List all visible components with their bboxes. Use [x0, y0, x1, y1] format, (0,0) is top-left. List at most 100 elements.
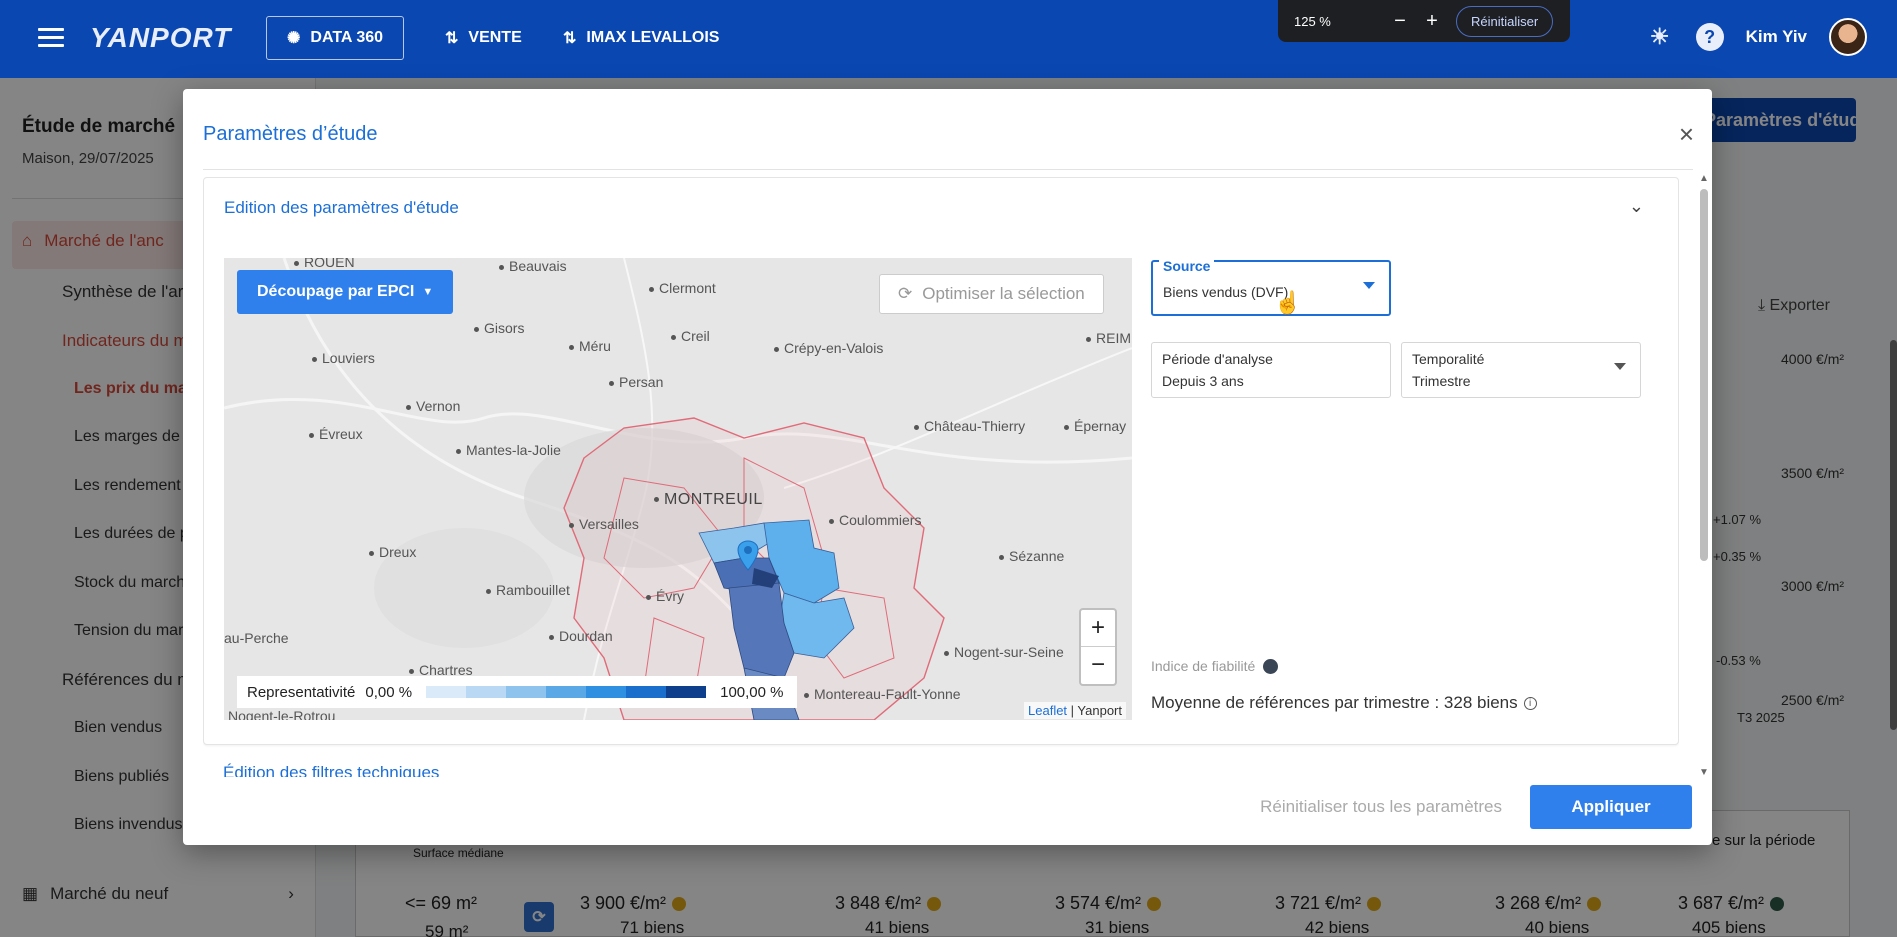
apply-button[interactable]: Appliquer — [1530, 785, 1692, 829]
temporalite-label: Temporalité — [1412, 351, 1485, 367]
representativite-legend: Representativité 0,00 % 100,00 % — [237, 676, 797, 708]
scroll-up-icon[interactable]: ▲ — [1699, 173, 1709, 184]
vente-button[interactable]: ⇅ VENTE — [445, 16, 522, 60]
optimiser-label: Optimiser la sélection — [922, 284, 1085, 303]
pointer-hand-icon: ☝ — [1274, 290, 1302, 315]
topbar-user-area: ☀ ? Kim Yiv — [1646, 18, 1867, 56]
legend-color-step — [586, 686, 627, 698]
app-logo[interactable]: YANPORT — [90, 22, 231, 54]
map-label: Creil — [671, 328, 710, 344]
map-label: Nogent-sur-Seine — [944, 644, 1064, 660]
legend-min: 0,00 % — [365, 683, 413, 701]
map[interactable]: ROUEN Beauvais Clermont Gisors Creil Mér… — [224, 258, 1132, 720]
menu-icon[interactable] — [38, 28, 64, 48]
legend-color-step — [626, 686, 667, 698]
map-label: Montereau-Fault-Yonne — [804, 686, 961, 702]
data-360-icon: ✺ — [287, 30, 301, 47]
map-zoom-control: + − — [1079, 608, 1117, 686]
map-label: Coulommiers — [829, 512, 921, 528]
scroll-down-icon[interactable]: ▼ — [1699, 767, 1709, 778]
periode-value: Depuis 3 ans — [1162, 373, 1244, 389]
map-label: Crépy-en-Valois — [774, 340, 883, 356]
map-label: Évreux — [309, 426, 363, 442]
reset-all-button[interactable]: Réinitialiser tous les paramètres — [1260, 797, 1502, 817]
map-label: Sézanne — [999, 548, 1064, 564]
avatar[interactable] — [1829, 18, 1867, 56]
chevron-down-icon[interactable]: ⌄ — [1629, 196, 1644, 217]
user-name[interactable]: Kim Yiv — [1746, 27, 1807, 47]
dialog-title: Paramètres d’étude — [203, 123, 378, 145]
map-zoom-in-button[interactable]: + — [1081, 610, 1115, 647]
swap-icon: ⇅ — [563, 30, 577, 47]
swap-icon: ⇅ — [445, 30, 459, 47]
map-label: Rambouillet — [486, 582, 570, 598]
browser-zoom-bar: 125 % − + Réinitialiser — [1278, 0, 1570, 42]
moyenne-text: Moyenne de références par trimestre : 32… — [1151, 693, 1518, 712]
caret-down-icon — [1363, 282, 1375, 289]
caret-down-icon: ▼ — [422, 286, 434, 298]
top-navigation-bar: YANPORT ✺ DATA 360 ⇅ VENTE ⇅ IMAX LEVALL… — [0, 0, 1897, 78]
imax-levallois-button[interactable]: ⇅ IMAX LEVALLOIS — [563, 16, 719, 60]
legend-color-step — [426, 686, 467, 698]
legend-title: Representativité — [247, 683, 356, 701]
lightbulb-icon[interactable]: ☀ — [1646, 23, 1674, 51]
temporalite-value: Trimestre — [1412, 373, 1471, 389]
map-label: Beauvais — [499, 258, 567, 274]
dialog-body: Edition des paramètres d'étude ⌄ ROUEN B… — [203, 177, 1679, 777]
vente-label: VENTE — [468, 29, 522, 46]
map-label: Château-Thierry — [914, 418, 1025, 434]
map-label: Évry — [646, 588, 684, 604]
zoom-out-button[interactable]: − — [1384, 10, 1416, 33]
fiabilite-dot — [1263, 658, 1279, 674]
section-title-filtres[interactable]: Édition des filtres techniques — [223, 763, 439, 777]
map-label: Vernon — [406, 398, 460, 414]
imax-levallois-label: IMAX LEVALLOIS — [586, 29, 720, 46]
info-icon[interactable]: i — [1523, 696, 1537, 710]
map-attribution: Leaflet | Yanport — [1024, 702, 1126, 719]
optimiser-selection-button[interactable]: ⟳ Optimiser la sélection — [879, 274, 1104, 314]
dialog-divider — [203, 169, 1693, 170]
map-label: Méru — [569, 338, 611, 354]
data-360-label: DATA 360 — [310, 29, 384, 46]
study-parameters-dialog: Paramètres d’étude × Edition des paramèt… — [183, 89, 1712, 845]
data-360-button[interactable]: ✺ DATA 360 — [266, 16, 405, 60]
map-label: Mantes-la-Jolie — [456, 442, 561, 458]
source-select[interactable]: Source Biens vendus (DVF) — [1151, 258, 1391, 316]
map-label: Dreux — [369, 544, 416, 560]
legend-max: 100,00 % — [720, 683, 784, 701]
decoupage-label: Découpage par EPCI — [257, 283, 415, 300]
map-label: au-Perche — [224, 630, 289, 646]
map-label: Épernay — [1064, 418, 1126, 434]
close-icon[interactable]: × — [1679, 121, 1694, 147]
map-label: Gisors — [474, 320, 524, 336]
caret-down-icon — [1614, 363, 1626, 370]
leaflet-link[interactable]: Leaflet — [1028, 703, 1067, 718]
parameters-card: Edition des paramètres d'étude ⌄ ROUEN B… — [203, 177, 1679, 745]
legend-color-step — [666, 686, 707, 698]
dialog-scrollbar[interactable]: ▲ ▼ — [1699, 173, 1709, 778]
source-label: Source — [1159, 258, 1215, 274]
refresh-icon: ⟳ — [898, 284, 913, 303]
dialog-footer: Réinitialiser tous les paramètres Appliq… — [183, 781, 1712, 845]
map-label: MONTREUIL — [654, 491, 763, 509]
periode-label: Période d'analyse — [1162, 351, 1273, 367]
legend-color-step — [506, 686, 547, 698]
zoom-level: 125 % — [1294, 13, 1331, 29]
map-label: Persan — [609, 374, 663, 390]
legend-color-step — [546, 686, 587, 698]
scrollbar-thumb[interactable] — [1700, 189, 1708, 561]
decoupage-dropdown-button[interactable]: Découpage par EPCI ▼ — [237, 270, 454, 314]
help-icon[interactable]: ? — [1695, 23, 1724, 51]
section-title[interactable]: Edition des paramètres d'étude — [224, 198, 459, 218]
map-label: Clermont — [649, 280, 716, 296]
zoom-reset-button[interactable]: Réinitialiser — [1456, 5, 1554, 37]
moyenne-references: Moyenne de références par trimestre : 32… — [1151, 693, 1537, 713]
map-zoom-out-button[interactable]: − — [1081, 647, 1115, 684]
periode-analyse-field[interactable]: Période d'analyse Depuis 3 ans — [1151, 342, 1391, 398]
map-label: Dourdan — [549, 628, 613, 644]
zoom-in-button[interactable]: + — [1416, 10, 1448, 33]
map-label: Versailles — [569, 516, 639, 532]
attribution-text: | Yanport — [1067, 703, 1122, 718]
temporalite-select[interactable]: Temporalité Trimestre — [1401, 342, 1641, 398]
legend-color-step — [466, 686, 507, 698]
